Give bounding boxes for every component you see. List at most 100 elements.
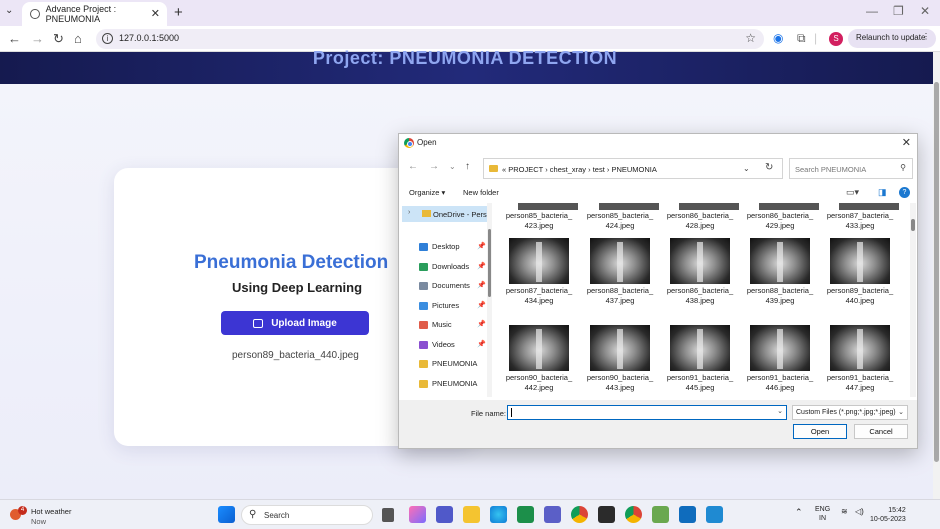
nav-item-desktop[interactable]: Desktop 📌: [419, 242, 486, 256]
organize-button[interactable]: Organize ▾: [409, 188, 445, 197]
file-explorer-icon[interactable]: [463, 506, 480, 523]
file-item[interactable]: person87_bacteria_ 434.jpeg: [500, 238, 578, 305]
nav-pane-scrollbar[interactable]: [487, 203, 492, 397]
dialog-close-icon[interactable]: ✕: [902, 136, 911, 149]
dialog-up-icon[interactable]: ↑: [465, 161, 470, 172]
file-item[interactable]: person86_bacteria_ 428.jpeg: [661, 203, 739, 230]
vscode-icon[interactable]: [706, 506, 723, 523]
profile-avatar[interactable]: S: [829, 32, 843, 46]
file-item[interactable]: person86_bacteria_ 429.jpeg: [741, 203, 819, 230]
file-item[interactable]: person85_bacteria_ 423.jpeg: [500, 203, 578, 230]
tab-list-chevron-icon[interactable]: ⌄: [5, 5, 13, 16]
dialog-forward-icon[interactable]: →: [429, 161, 439, 172]
filename-dropdown-icon[interactable]: ⌄: [777, 407, 783, 415]
file-item[interactable]: person88_bacteria_ 439.jpeg: [741, 238, 819, 305]
file-item[interactable]: person91_bacteria_ 447.jpeg: [821, 325, 899, 392]
file-item[interactable]: person86_bacteria_ 438.jpeg: [661, 238, 739, 305]
xray-thumbnail: [750, 238, 810, 284]
site-info-icon[interactable]: i: [102, 33, 113, 44]
refresh-icon[interactable]: ↻: [765, 162, 773, 173]
address-bar[interactable]: i 127.0.0.1:5000 ☆: [96, 29, 764, 49]
dialog-recent-chevron-icon[interactable]: ⌄: [449, 162, 456, 171]
chrome-active-icon[interactable]: [625, 506, 642, 523]
back-arrow-icon[interactable]: ←: [8, 31, 21, 46]
new-folder-button[interactable]: New folder: [463, 188, 499, 197]
app-icon[interactable]: [517, 506, 534, 523]
xray-thumbnail: [670, 238, 730, 284]
menu-kebab-icon[interactable]: ⋮: [922, 32, 930, 41]
dialog-search-input[interactable]: Search PNEUMONIA ⚲: [789, 158, 913, 179]
cancel-button[interactable]: Cancel: [854, 424, 908, 439]
expand-chevron-icon[interactable]: ›: [408, 209, 410, 216]
page-scrollbar[interactable]: [933, 52, 940, 499]
file-name: person86_bacteria_: [666, 211, 734, 220]
relaunch-update-button[interactable]: Relaunch to update ⋮: [848, 29, 936, 48]
nav-item-music[interactable]: Music 📌: [419, 320, 486, 334]
window-minimize-icon[interactable]: —: [866, 4, 878, 18]
outlook-icon[interactable]: [679, 506, 696, 523]
page-scrollbar-thumb[interactable]: [934, 82, 939, 462]
home-icon[interactable]: ⌂: [74, 31, 82, 46]
nav-item-downloads[interactable]: Downloads 📌: [419, 262, 486, 276]
copilot-icon[interactable]: [409, 506, 426, 523]
task-view-icon[interactable]: [382, 508, 394, 522]
new-tab-plus-icon[interactable]: +: [174, 4, 183, 21]
chrome-logo-icon: [404, 138, 414, 148]
nav-item-videos[interactable]: Videos 📌: [419, 340, 486, 354]
tray-chevron-up-icon[interactable]: ⌃: [795, 507, 803, 518]
text-caret: [511, 408, 512, 417]
file-item[interactable]: person88_bacteria_ 437.jpeg: [581, 238, 659, 305]
window-close-icon[interactable]: ✕: [920, 4, 930, 18]
nav-item-documents[interactable]: Documents 📌: [419, 281, 486, 295]
file-item[interactable]: person90_bacteria_ 443.jpeg: [581, 325, 659, 392]
dialog-breadcrumb[interactable]: « PROJECT › chest_xray › test › PNEUMONI…: [483, 158, 783, 179]
dialog-back-icon[interactable]: ←: [408, 161, 418, 172]
weather-widget[interactable]: 4 Hot weather Now: [8, 506, 88, 528]
edge-icon[interactable]: [490, 506, 507, 523]
address-url[interactable]: 127.0.0.1:5000: [119, 33, 179, 43]
open-button[interactable]: Open: [793, 424, 847, 439]
windows-start-icon[interactable]: [218, 506, 235, 523]
view-options-icon[interactable]: ▭▾: [846, 187, 859, 198]
bookmark-star-icon[interactable]: ☆: [745, 31, 756, 45]
nav-item-onedrive[interactable]: › OneDrive - Perso: [402, 206, 487, 222]
breadcrumb-path[interactable]: « PROJECT › chest_xray › test › PNEUMONI…: [502, 165, 657, 174]
file-scrollbar-thumb[interactable]: [911, 219, 915, 231]
filetype-dropdown-icon[interactable]: ⌄: [898, 408, 904, 416]
nav-item-pneumonia[interactable]: PNEUMONIA: [419, 359, 477, 373]
app-icon[interactable]: [652, 506, 669, 523]
reload-icon[interactable]: ↻: [53, 31, 64, 47]
forward-arrow-icon[interactable]: →: [31, 31, 44, 46]
volume-icon[interactable]: ◁): [855, 507, 864, 516]
filename-input[interactable]: ⌄: [507, 405, 787, 420]
file-item[interactable]: person89_bacteria_ 440.jpeg: [821, 238, 899, 305]
window-restore-icon[interactable]: ❐: [893, 4, 904, 18]
file-item[interactable]: person85_bacteria_ 424.jpeg: [581, 203, 659, 230]
help-icon[interactable]: ?: [899, 187, 910, 198]
wifi-icon[interactable]: ≋: [841, 507, 848, 516]
extensions-puzzle-icon[interactable]: ⧉: [797, 31, 806, 46]
terminal-icon[interactable]: [598, 506, 615, 523]
file-item[interactable]: person91_bacteria_ 445.jpeg: [661, 325, 739, 392]
tab-close-icon[interactable]: ✕: [151, 7, 160, 20]
breadcrumb-dropdown-icon[interactable]: ⌄: [743, 164, 750, 173]
nav-item-pictures[interactable]: Pictures 📌: [419, 301, 486, 315]
file-grid-scrollbar[interactable]: [910, 203, 916, 397]
file-item[interactable]: person87_bacteria_ 433.jpeg: [821, 203, 899, 230]
language-indicator[interactable]: ENG IN: [815, 505, 830, 523]
file-item[interactable]: person90_bacteria_ 442.jpeg: [500, 325, 578, 392]
taskbar-clock[interactable]: 15:42 10-05-2023: [870, 506, 906, 524]
chrome-icon[interactable]: [571, 506, 588, 523]
preview-pane-icon[interactable]: ◨: [878, 187, 887, 198]
upload-image-button[interactable]: Upload Image: [221, 311, 369, 335]
app-icon[interactable]: [544, 506, 561, 523]
nav-scrollbar-thumb[interactable]: [488, 229, 491, 297]
filetype-select[interactable]: Custom Files (*.png;*.jpg;*.jpeg) ⌄: [792, 405, 908, 420]
nav-item-label: PNEUMONIA: [432, 379, 478, 388]
read-aloud-icon[interactable]: ◉: [773, 31, 783, 45]
taskbar-search-box[interactable]: ⚲ Search: [241, 505, 373, 525]
browser-tab-active[interactable]: Advance Project : PNEUMONIA ✕: [22, 2, 167, 26]
nav-item-pneumonia[interactable]: PNEUMONIA: [419, 379, 477, 393]
teams-icon[interactable]: [436, 506, 453, 523]
file-item[interactable]: person91_bacteria_ 446.jpeg: [741, 325, 819, 392]
